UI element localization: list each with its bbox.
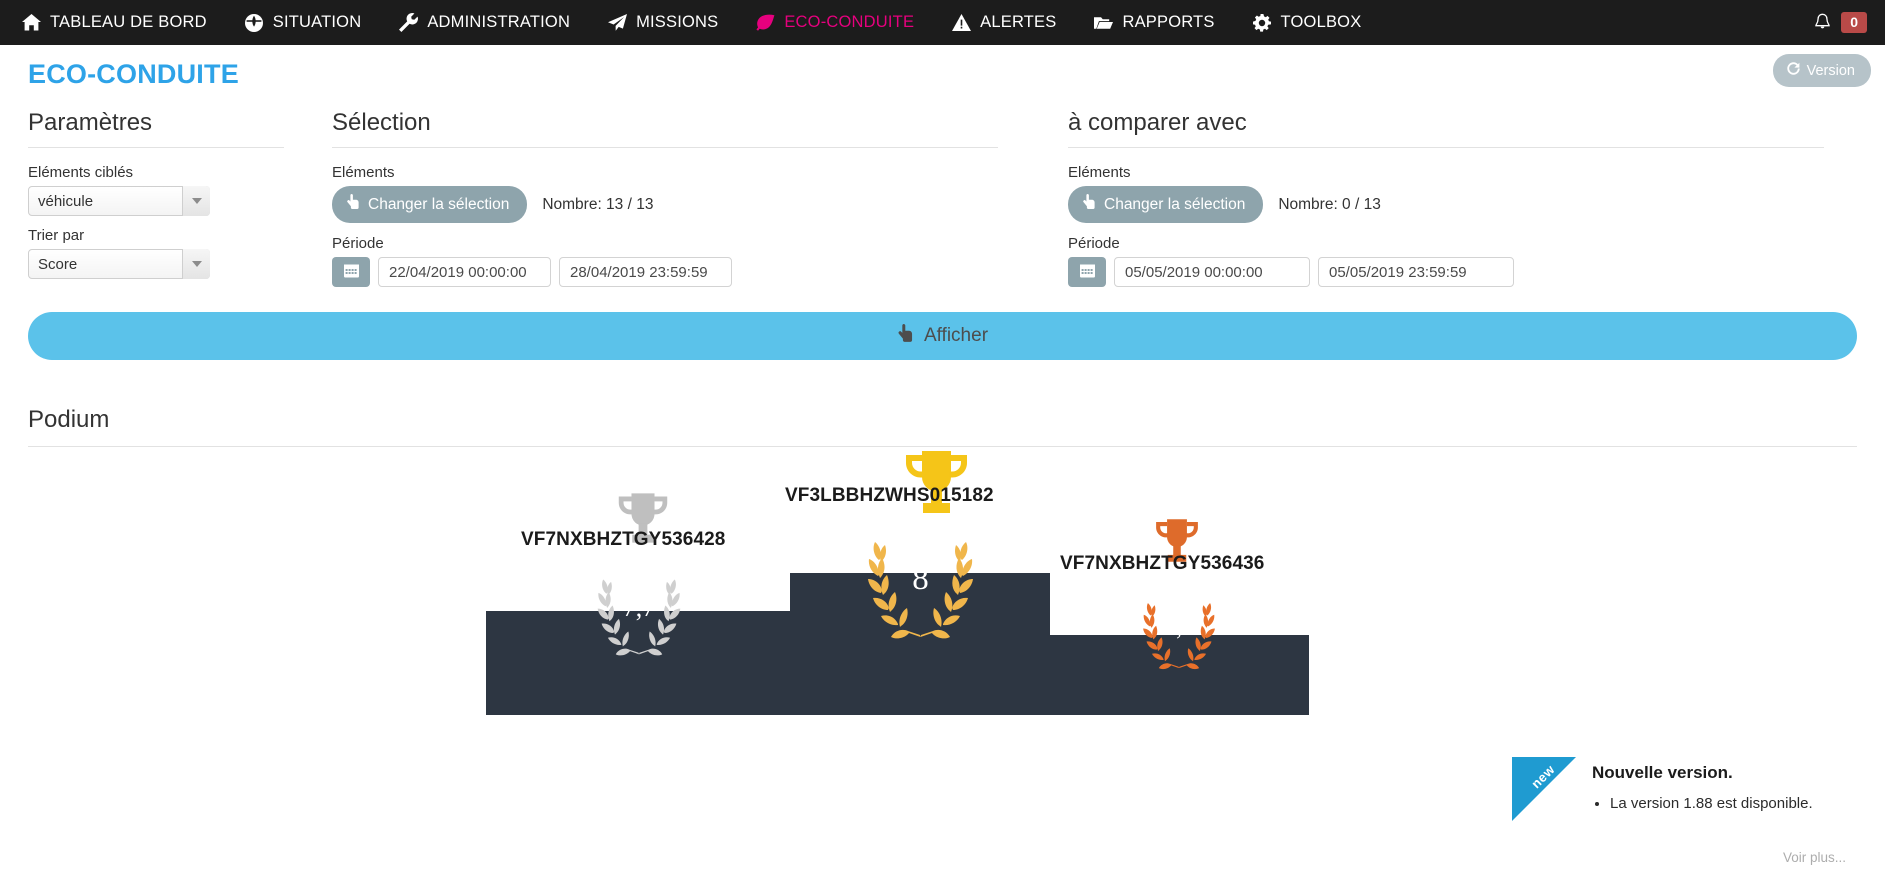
afficher-button[interactable]: Afficher bbox=[28, 312, 1857, 360]
version-button-label: Version bbox=[1806, 62, 1855, 79]
compare-change-button-label: Changer la sélection bbox=[1104, 195, 1246, 213]
selection-date-start-input[interactable] bbox=[378, 257, 551, 287]
top-navbar: TABLEAU DE BORD SITUATION ADMINISTRATION… bbox=[0, 0, 1885, 45]
page-header: ECO-CONDUITE Version bbox=[0, 45, 1885, 97]
nav-label: ADMINISTRATION bbox=[427, 13, 571, 31]
selection-elements-row: Changer la sélection Nombre: 13 / 13 bbox=[332, 186, 1024, 223]
compare-calendar-button[interactable] bbox=[1068, 257, 1106, 287]
selection-date-end-input[interactable] bbox=[559, 257, 732, 287]
chevron-down-icon[interactable] bbox=[182, 186, 210, 216]
globe-icon bbox=[245, 13, 264, 32]
new-version-panel: new Nouvelle version. La version 1.88 es… bbox=[1512, 757, 1852, 877]
parameters-column: Paramètres Eléments ciblés véhicule Trie… bbox=[0, 109, 300, 290]
chevron-down-icon[interactable] bbox=[182, 249, 210, 279]
new-version-list: La version 1.88 est disponible. bbox=[1592, 793, 1813, 814]
podium-section-title: Podium bbox=[28, 406, 1857, 447]
selection-change-button-label: Changer la sélection bbox=[368, 195, 510, 213]
compare-date-end-input[interactable] bbox=[1318, 257, 1514, 287]
podium-score-second: 7,7 bbox=[622, 593, 656, 622]
podium-stage: VF3LBBHZWHS015182 8 VF7NXBHZTGY536428 7,… bbox=[0, 451, 1885, 715]
compare-date-start-input[interactable] bbox=[1114, 257, 1310, 287]
nav-label: SITUATION bbox=[272, 13, 362, 31]
compare-period-row bbox=[1068, 257, 1824, 287]
bell-icon[interactable] bbox=[1813, 13, 1832, 32]
leaf-icon bbox=[756, 13, 775, 32]
selection-period-label: Période bbox=[332, 235, 384, 252]
page-title: ECO-CONDUITE bbox=[28, 59, 239, 89]
selection-calendar-button[interactable] bbox=[332, 257, 370, 287]
compare-section-title: à comparer avec bbox=[1068, 109, 1824, 148]
nav-label: ALERTES bbox=[980, 13, 1057, 31]
nav-label: TOOLBOX bbox=[1280, 13, 1362, 31]
nav-label: ECO-CONDUITE bbox=[784, 13, 915, 31]
voir-plus-link[interactable]: Voir plus... bbox=[1783, 850, 1846, 865]
list-item: La version 1.88 est disponible. bbox=[1610, 793, 1813, 814]
selection-period-row bbox=[332, 257, 1024, 287]
version-button[interactable]: Version bbox=[1772, 54, 1871, 87]
new-version-title: Nouvelle version. bbox=[1592, 763, 1733, 782]
hand-pointer-icon bbox=[897, 323, 915, 349]
selection-section-title: Sélection bbox=[332, 109, 998, 148]
nav-item-missions[interactable]: MISSIONS bbox=[608, 0, 718, 45]
new-ribbon: new bbox=[1512, 757, 1576, 821]
hand-pointer-icon bbox=[346, 194, 361, 215]
sort-by-label: Trier par bbox=[28, 227, 85, 244]
podium-label-third: VF7NXBHZTGY536436 bbox=[1060, 553, 1265, 574]
gear-icon bbox=[1253, 13, 1272, 32]
nav-label: TABLEAU DE BORD bbox=[50, 13, 207, 31]
targeted-elements-label: Eléments ciblés bbox=[28, 164, 134, 181]
selection-column: Sélection Eléments Changer la sélection … bbox=[300, 109, 1040, 290]
compare-period-label: Période bbox=[1068, 235, 1120, 252]
wrench-icon bbox=[399, 13, 419, 32]
nav-label: MISSIONS bbox=[636, 13, 719, 31]
notification-badge[interactable]: 0 bbox=[1841, 11, 1867, 34]
laurel-wreath-gold: 8 bbox=[843, 539, 998, 649]
compare-column: à comparer avec Eléments Changer la séle… bbox=[1040, 109, 1840, 290]
nav-item-tableau-de-bord[interactable]: TABLEAU DE BORD bbox=[22, 0, 207, 45]
home-icon bbox=[22, 13, 41, 32]
hand-pointer-icon bbox=[1082, 194, 1097, 215]
compare-change-button[interactable]: Changer la sélection bbox=[1068, 186, 1264, 223]
nav-item-eco-conduite[interactable]: ECO-CONDUITE bbox=[756, 0, 914, 45]
history-icon bbox=[1786, 61, 1801, 80]
sort-by-select[interactable]: Score bbox=[28, 249, 210, 279]
laurel-wreath-bronze: 7,7 bbox=[1126, 601, 1232, 678]
nav-item-rapports[interactable]: RAPPORTS bbox=[1094, 0, 1214, 45]
display-button-wrap: Afficher bbox=[0, 290, 1885, 360]
podium-score-first: 8 bbox=[912, 561, 929, 597]
folder-open-icon bbox=[1094, 13, 1114, 32]
compare-count: Nombre: 0 / 13 bbox=[1278, 195, 1381, 213]
compare-elements-row: Changer la sélection Nombre: 0 / 13 bbox=[1068, 186, 1824, 223]
selection-change-button[interactable]: Changer la sélection bbox=[332, 186, 528, 223]
calendar-icon bbox=[343, 263, 359, 281]
podium-score-third: 7,7 bbox=[1164, 615, 1194, 640]
nav-item-alertes[interactable]: ALERTES bbox=[952, 0, 1056, 45]
filters-row: Paramètres Eléments ciblés véhicule Trie… bbox=[0, 97, 1885, 290]
parameters-section-title: Paramètres bbox=[28, 109, 284, 148]
laurel-wreath-silver: 7,7 bbox=[578, 577, 700, 665]
nav-item-administration[interactable]: ADMINISTRATION bbox=[399, 0, 570, 45]
podium-label-first: VF3LBBHZWHS015182 bbox=[785, 485, 994, 506]
calendar-icon bbox=[1079, 263, 1095, 281]
nav-label: RAPPORTS bbox=[1122, 13, 1215, 31]
navbar-right-group: 0 bbox=[1813, 0, 1867, 45]
compare-elements-label: Eléments bbox=[1068, 164, 1131, 181]
paper-plane-icon bbox=[608, 13, 628, 32]
nav-item-situation[interactable]: SITUATION bbox=[245, 0, 362, 45]
warning-triangle-icon bbox=[952, 13, 972, 32]
podium-label-second: VF7NXBHZTGY536428 bbox=[521, 529, 726, 550]
nav-item-toolbox[interactable]: TOOLBOX bbox=[1253, 0, 1362, 45]
selection-count: Nombre: 13 / 13 bbox=[542, 195, 654, 213]
selection-elements-label: Eléments bbox=[332, 164, 395, 181]
afficher-button-label: Afficher bbox=[923, 325, 989, 346]
targeted-elements-select[interactable]: véhicule bbox=[28, 186, 210, 216]
